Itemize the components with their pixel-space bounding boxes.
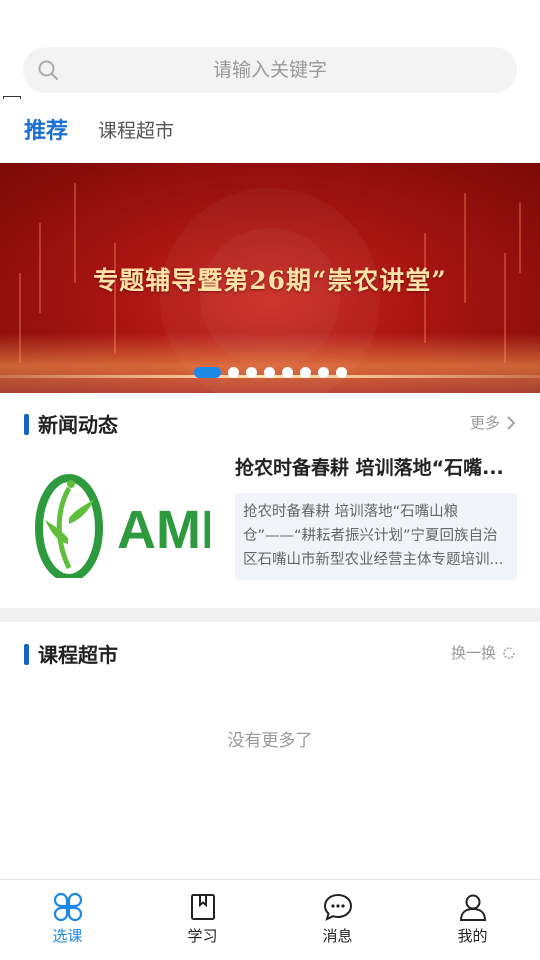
status-mark — [3, 96, 21, 99]
news-excerpt: 抢农时备春耕 培训落地“石嘴山粮仓”——“耕耘者振兴计划”宁夏回族自治区石嘴山市… — [235, 493, 517, 580]
ami-logo-text: AMI — [117, 500, 210, 560]
nav-label: 学习 — [187, 927, 218, 945]
search-icon — [38, 60, 58, 80]
refresh-button[interactable]: 换一换 — [451, 642, 516, 663]
news-section-header: 新闻动态 更多 — [0, 409, 540, 439]
tab-course-market[interactable]: 课程超市 — [98, 116, 174, 143]
news-more-link[interactable]: 更多 — [470, 412, 516, 433]
bottom-navigation: 选课 学习 消息 我的 — [0, 879, 540, 960]
ami-logo-graphic: AMI — [35, 474, 216, 582]
carousel-dot[interactable] — [318, 367, 329, 378]
nav-item-messages[interactable]: 消息 — [270, 880, 405, 960]
tab-recommend[interactable]: 推荐 — [24, 113, 68, 145]
nav-label: 消息 — [322, 927, 353, 945]
carousel-dot[interactable] — [228, 367, 239, 378]
nav-label: 选课 — [52, 927, 83, 945]
news-section-title: 新闻动态 — [38, 413, 118, 437]
banner-glow — [0, 333, 540, 393]
news-list-item[interactable]: AMI 抢农时备春耕 培训落地“石嘴... 抢农时备春耕 培训落地“石嘴山粮仓”… — [0, 448, 540, 588]
courses-section-title: 课程超市 — [38, 643, 118, 667]
banner-carousel[interactable]: 专题辅导暨第26期“崇农讲堂” — [0, 163, 540, 393]
carousel-dot[interactable] — [282, 367, 293, 378]
news-headline: 抢农时备春耕 培训落地“石嘴... — [235, 457, 504, 479]
empty-state-text: 没有更多了 — [227, 731, 313, 751]
search-input[interactable] — [23, 47, 517, 93]
nav-item-profile[interactable]: 我的 — [405, 880, 540, 960]
clover-icon — [53, 892, 82, 922]
ami-logo: AMI — [35, 458, 216, 582]
carousel-dot[interactable] — [194, 367, 221, 378]
refresh-label: 换一换 — [450, 644, 496, 662]
carousel-dot[interactable] — [246, 367, 257, 378]
more-label: 更多 — [469, 414, 500, 432]
nav-item-study[interactable]: 学习 — [135, 880, 270, 960]
carousel-dot[interactable] — [336, 367, 347, 378]
nav-label: 我的 — [457, 927, 488, 945]
refresh-icon — [503, 646, 515, 659]
nav-item-courses[interactable]: 选课 — [0, 880, 135, 960]
bookmark-icon — [190, 894, 215, 920]
carousel-dot[interactable] — [264, 367, 275, 378]
section-accent-bar — [24, 414, 29, 435]
carousel-indicators — [194, 367, 354, 378]
carousel-dot[interactable] — [300, 367, 311, 378]
category-tabs: 推荐 课程超市 — [0, 104, 540, 154]
user-icon — [459, 894, 486, 921]
banner-title: 专题辅导暨第26期“崇农讲堂” — [93, 266, 447, 295]
search-bar[interactable] — [23, 47, 517, 93]
courses-section-header: 课程超市 换一换 — [0, 639, 540, 669]
chat-bubble-icon — [323, 893, 352, 921]
chevron-right-icon — [507, 415, 516, 430]
section-divider — [0, 608, 540, 622]
section-accent-bar — [24, 644, 29, 665]
